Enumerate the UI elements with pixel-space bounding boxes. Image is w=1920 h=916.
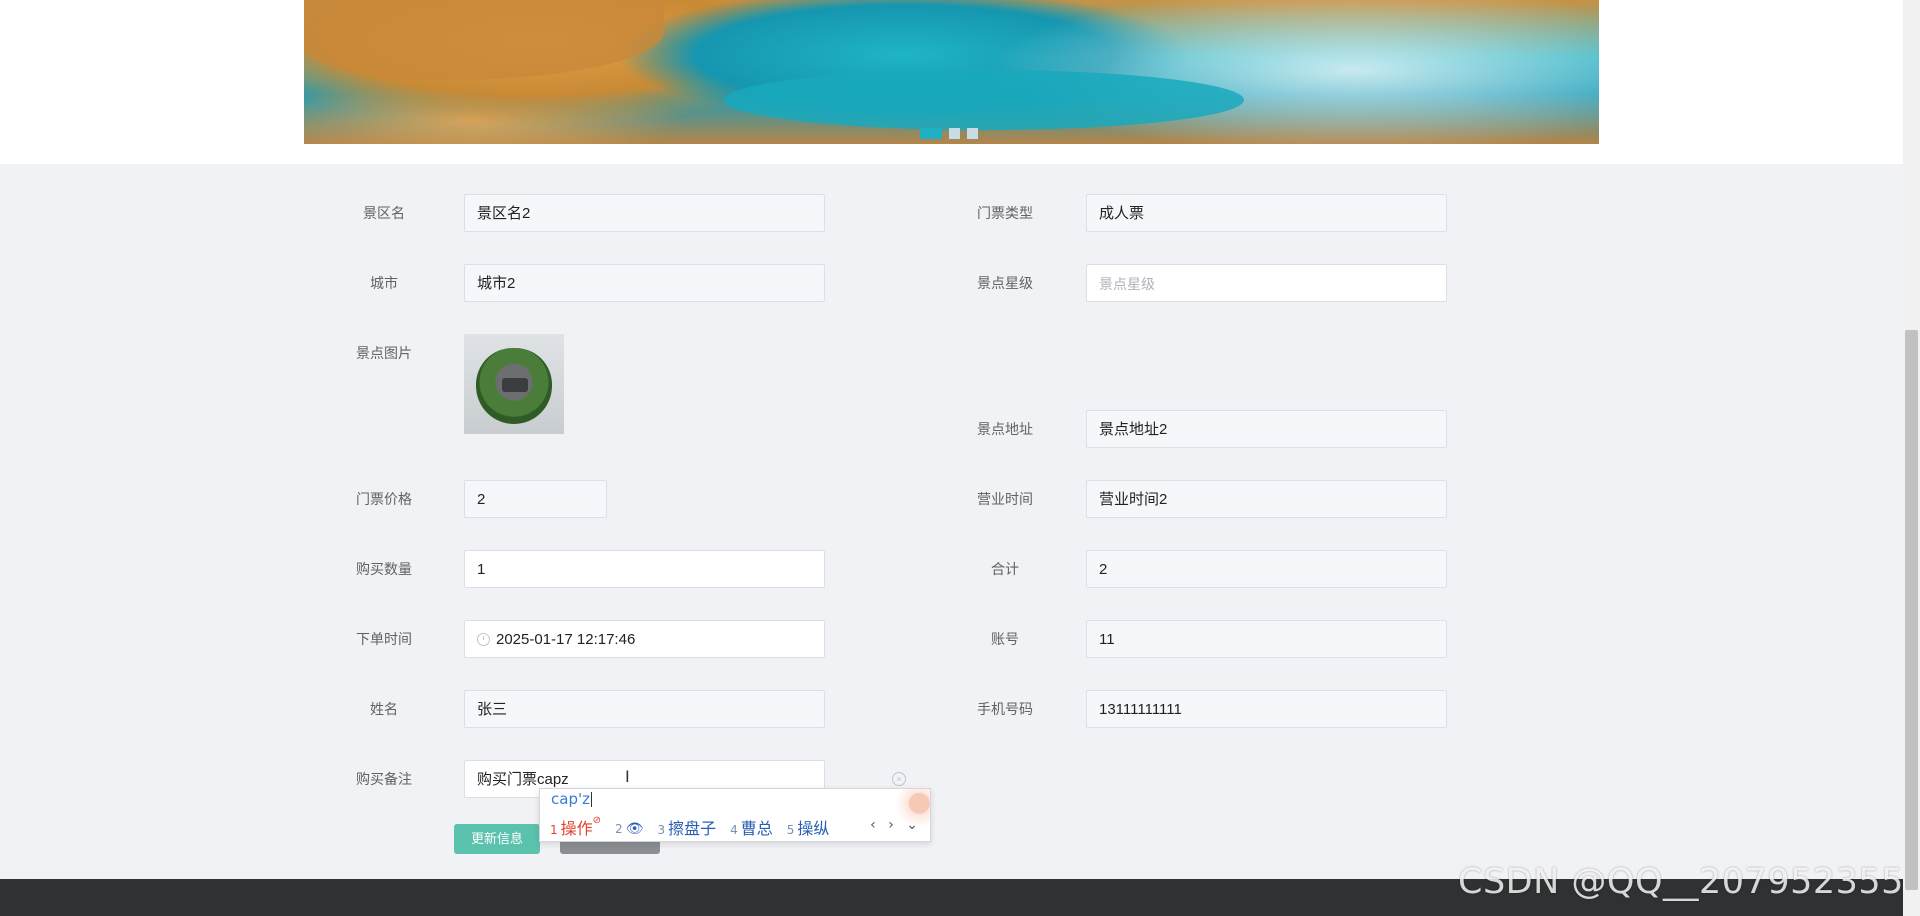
city-field[interactable]: 城市2 <box>464 264 825 302</box>
ime-page-arrows[interactable]: ‹ › ⌄ <box>870 817 922 833</box>
clock-icon <box>477 632 490 646</box>
address-field[interactable]: 景点地址2 <box>1086 410 1447 448</box>
phone-field[interactable]: 13111111111 <box>1086 690 1447 728</box>
scrollbar[interactable] <box>1903 0 1920 916</box>
ime-candidate-5[interactable]: 5 操纵 <box>787 815 830 839</box>
total-label: 合计 <box>991 561 1019 577</box>
price-field[interactable]: 2 <box>464 480 607 518</box>
order-time-label: 下单时间 <box>356 631 412 647</box>
carousel-dot-1[interactable] <box>920 128 942 139</box>
remark-label: 购买备注 <box>356 771 412 787</box>
ticket-type-label: 门票类型 <box>977 205 1033 221</box>
photo-heart-arch <box>476 348 552 424</box>
clear-icon[interactable]: × <box>892 772 906 786</box>
ime-candidate-3[interactable]: 3 擦盘子 <box>657 815 716 839</box>
price-label: 门票价格 <box>356 491 412 507</box>
scenic-photo[interactable] <box>464 334 564 434</box>
banner-image-lake <box>724 70 1244 130</box>
quantity-field[interactable]: 1 <box>464 550 825 588</box>
carousel-dot-3[interactable] <box>967 128 978 139</box>
total-field[interactable]: 2 <box>1086 550 1447 588</box>
scenic-name-label: 景区名 <box>363 205 405 221</box>
scenic-name-field[interactable]: 景区名2 <box>464 194 825 232</box>
watermark: CSDN @QQ__2079523559 <box>1458 862 1920 902</box>
quantity-label: 购买数量 <box>356 561 412 577</box>
update-button[interactable]: 更新信息 <box>454 824 540 854</box>
star-level-field[interactable]: 景点星级 <box>1086 264 1447 302</box>
ime-candidate-4[interactable]: 4 曹总 <box>730 815 773 839</box>
ime-candidate-1[interactable]: 1 操作⊘ <box>550 815 601 839</box>
city-label: 城市 <box>370 275 398 291</box>
hours-field[interactable]: 营业时间2 <box>1086 480 1447 518</box>
banner-carousel[interactable] <box>304 0 1599 144</box>
account-field[interactable]: 11 <box>1086 620 1447 658</box>
account-label: 账号 <box>991 631 1019 647</box>
photo-label: 景点图片 <box>356 345 412 361</box>
phone-label: 手机号码 <box>977 701 1033 717</box>
ime-candidate-2[interactable]: 2 👁 <box>615 818 643 837</box>
scrollbar-thumb[interactable] <box>1905 330 1918 890</box>
ticket-type-field[interactable]: 成人票 <box>1086 194 1447 232</box>
order-time-field[interactable]: 2025-01-17 12:17:46 <box>464 620 825 658</box>
carousel-dot-2[interactable] <box>949 128 960 139</box>
address-label: 景点地址 <box>977 421 1033 437</box>
order-time-value: 2025-01-17 12:17:46 <box>496 631 636 648</box>
banner-image-hill <box>304 0 664 80</box>
ime-candidates: 1 操作⊘ 2 👁 3 擦盘子 4 曹总 5 操纵 <box>550 815 829 839</box>
star-level-label: 景点星级 <box>977 275 1033 291</box>
ime-candidate-popup[interactable]: cap'z 1 操作⊘ 2 👁 3 擦盘子 4 曹总 5 操纵 ‹ › ⌄ <box>539 788 931 842</box>
carousel-indicators <box>920 128 978 139</box>
hours-label: 营业时间 <box>977 491 1033 507</box>
name-label: 姓名 <box>370 701 398 717</box>
name-field[interactable]: 张三 <box>464 690 825 728</box>
text-cursor-icon: I <box>625 767 630 786</box>
eye-icon: 👁 <box>625 820 644 837</box>
ime-composition: cap'z <box>551 790 592 808</box>
